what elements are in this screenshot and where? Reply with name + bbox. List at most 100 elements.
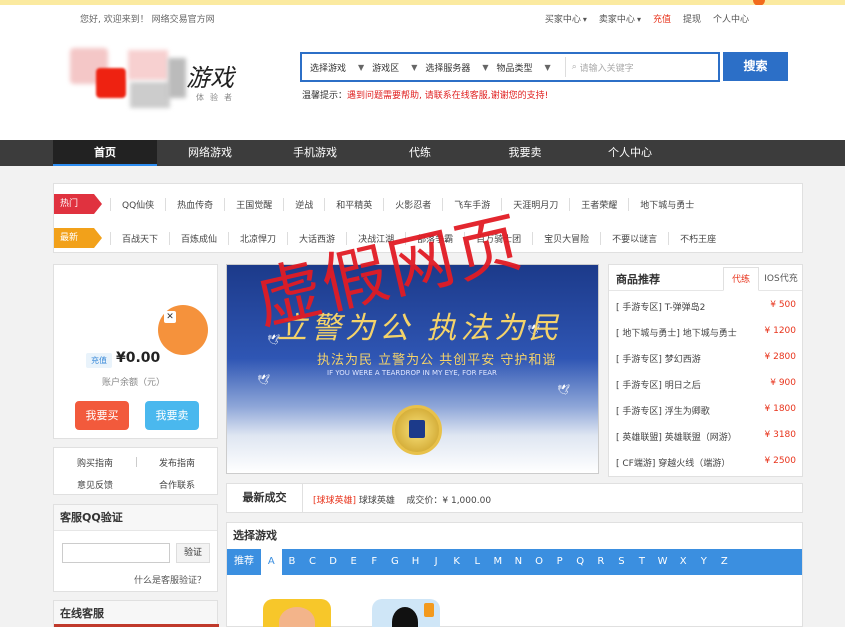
filter-letter[interactable]: D <box>323 549 344 575</box>
qq-input[interactable] <box>62 543 170 563</box>
search-button[interactable]: 搜索 <box>723 52 788 81</box>
list-item[interactable]: [ 手游专区] 明日之后 ¥ 900 <box>616 378 796 391</box>
qq-verify-panel: 客服QQ验证 验证 什么是客服验证？ <box>53 504 218 592</box>
nav-mobile-games[interactable]: 手机游戏 <box>263 140 367 166</box>
filter-letter[interactable]: R <box>591 549 612 575</box>
online-service-title: 在线客服 <box>53 600 219 627</box>
dove-icon: 🕊 <box>257 375 270 386</box>
list-item[interactable]: [ CF端游] 穿越火线（端游） ¥ 2500 <box>616 456 796 469</box>
filter-letter[interactable]: N <box>508 549 529 575</box>
filter-recommend[interactable]: 推荐 <box>227 549 261 575</box>
nav-personal[interactable]: 个人中心 <box>578 140 682 166</box>
publish-guide-link[interactable]: 发布指南 <box>136 456 218 469</box>
filter-letter[interactable]: F <box>364 549 385 575</box>
balance-value: ¥0.00 <box>116 350 161 366</box>
tag-link[interactable]: 不要以谜言 <box>600 231 668 245</box>
filter-letter[interactable]: G <box>385 549 406 575</box>
server-select[interactable]: 选择服务器 ▼ <box>417 61 488 74</box>
buy-button[interactable]: 我要买 <box>75 401 129 430</box>
game-icon[interactable] <box>263 599 331 627</box>
filter-letter[interactable]: J <box>426 549 447 575</box>
main-nav: 首页 网络游戏 手机游戏 代练 我要卖 个人中心 <box>0 140 845 166</box>
recharge-link[interactable]: 充值 <box>653 12 671 25</box>
cooperation-link[interactable]: 合作联系 <box>136 478 218 491</box>
top-links: 买家中心 卖家中心 充值 提现 个人中心 <box>545 12 749 25</box>
sell-button[interactable]: 我要卖 <box>145 401 199 430</box>
list-item[interactable]: [ 英雄联盟] 英雄联盟（网游） ¥ 3180 <box>616 430 796 443</box>
tag-link[interactable]: 热血传奇 <box>165 197 224 211</box>
recharge-badge[interactable]: 充值 <box>86 353 112 368</box>
police-emblem-icon <box>392 405 442 455</box>
filter-letter[interactable]: W <box>652 549 673 575</box>
filter-letter[interactable]: C <box>302 549 323 575</box>
feedback-link[interactable]: 意见反馈 <box>54 478 136 491</box>
tag-link[interactable]: 逆战 <box>283 197 324 211</box>
new-label: 最新 <box>54 228 102 248</box>
list-item[interactable]: [ 手游专区] T-弹弹岛2 ¥ 500 <box>616 300 796 313</box>
tag-link[interactable]: 宝贝大冒险 <box>532 231 600 245</box>
filter-letter[interactable]: Z <box>714 549 735 575</box>
filter-letter[interactable]: X <box>673 549 694 575</box>
qq-verify-title: 客服QQ验证 <box>54 505 217 531</box>
list-item[interactable]: [ 手游专区] 浮生为卿歌 ¥ 1800 <box>616 404 796 417</box>
select-game-title: 选择游戏 <box>233 529 277 542</box>
seller-center-link[interactable]: 卖家中心 <box>599 12 641 25</box>
game-select[interactable]: 选择游戏 ▼ <box>302 61 364 74</box>
balance-label: 账户余额（元） <box>102 378 166 388</box>
tab-ios-recharge[interactable]: IOS代充 <box>759 267 803 291</box>
filter-letter[interactable]: H <box>405 549 426 575</box>
tag-link[interactable]: 王国觉醒 <box>224 197 283 211</box>
verify-help-link[interactable]: 什么是客服验证？ <box>134 573 206 586</box>
buy-guide-link[interactable]: 购买指南 <box>54 456 136 469</box>
filter-letter[interactable]: M <box>488 549 509 575</box>
dove-icon: 🕊 <box>557 385 570 396</box>
recommend-header: 商品推荐 代练 IOS代充 <box>609 265 802 291</box>
hot-label: 热门 <box>54 194 102 214</box>
search-icon: ⌕ <box>571 62 580 72</box>
nav-sell[interactable]: 我要卖 <box>473 140 577 166</box>
search-input[interactable]: ⌕ 请输入关键字 <box>564 57 718 77</box>
game-icon[interactable] <box>372 599 440 627</box>
logo-text: 游戏 <box>186 64 234 92</box>
tag-link[interactable]: 百战天下 <box>110 231 169 245</box>
close-icon[interactable]: ✕ <box>164 311 176 323</box>
filter-letter[interactable]: T <box>632 549 653 575</box>
filter-letter[interactable]: L <box>467 549 488 575</box>
tag-link[interactable]: 和平精英 <box>324 197 383 211</box>
tag-link[interactable]: 百炼成仙 <box>169 231 228 245</box>
item-type-select[interactable]: 物品类型 ▼ <box>489 61 551 74</box>
alphabet-filter: 推荐 A B C D E F G H J K L M N O P Q R S T… <box>227 549 802 575</box>
filter-letter[interactable]: S <box>611 549 632 575</box>
latest-deal-title: 最新成交 <box>227 484 303 512</box>
filter-letter[interactable]: P <box>549 549 570 575</box>
withdraw-link[interactable]: 提现 <box>683 12 701 25</box>
tab-boosting[interactable]: 代练 <box>723 267 759 291</box>
logo-blur <box>96 68 126 98</box>
guide-links: 购买指南 发布指南 意见反馈 合作联系 <box>53 447 218 495</box>
select-game-panel: 选择游戏 推荐 A B C D E F G H J K L M N O P Q … <box>226 522 803 627</box>
list-item[interactable]: [ 地下城与勇士] 地下城与勇士 ¥ 1200 <box>616 326 796 339</box>
nav-home[interactable]: 首页 <box>53 140 157 166</box>
verify-button[interactable]: 验证 <box>176 543 210 563</box>
filter-letter[interactable]: Q <box>570 549 591 575</box>
nav-boosting[interactable]: 代练 <box>368 140 472 166</box>
buyer-center-link[interactable]: 买家中心 <box>545 12 587 25</box>
site-logo[interactable]: 游戏 体验者 <box>68 40 248 110</box>
logo-blur <box>168 58 186 98</box>
logo-blur <box>128 50 168 80</box>
latest-deal-item[interactable]: [球球英雄] 球球英雄 成交价：¥ 1,000.00 <box>313 493 491 506</box>
list-item[interactable]: [ 手游专区] 梦幻西游 ¥ 2800 <box>616 352 796 365</box>
tag-link[interactable]: 地下城与勇士 <box>628 197 705 211</box>
filter-letter[interactable]: O <box>529 549 550 575</box>
personal-center-link[interactable]: 个人中心 <box>713 12 749 25</box>
tag-link[interactable]: 不朽王座 <box>668 231 727 245</box>
nav-online-games[interactable]: 网络游戏 <box>158 140 262 166</box>
filter-letter[interactable]: B <box>282 549 303 575</box>
zone-select[interactable]: 游戏区 ▼ <box>364 61 417 74</box>
filter-letter[interactable]: K <box>446 549 467 575</box>
filter-letter[interactable]: A <box>261 549 282 575</box>
tag-link[interactable]: 王者荣耀 <box>569 197 628 211</box>
filter-letter[interactable]: Y <box>693 549 714 575</box>
filter-letter[interactable]: E <box>343 549 364 575</box>
tag-link[interactable]: QQ仙侠 <box>110 197 165 211</box>
